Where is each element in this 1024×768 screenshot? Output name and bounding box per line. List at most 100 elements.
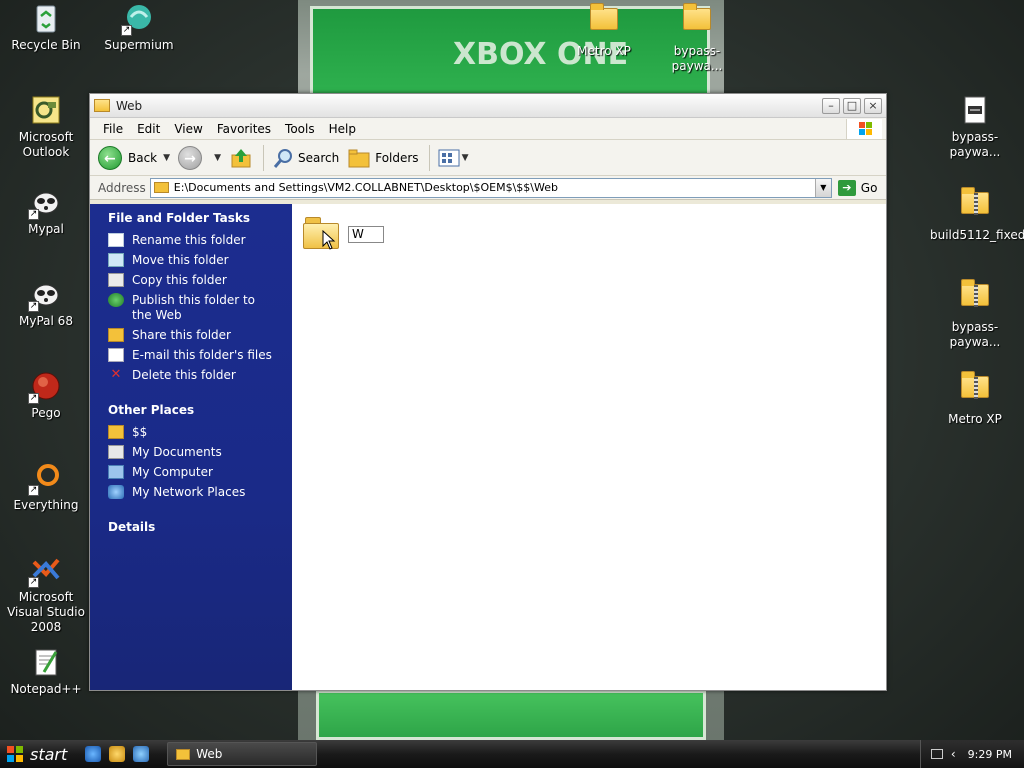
shortcut-arrow-icon: ↗ xyxy=(28,209,39,220)
folder-icon xyxy=(681,3,713,40)
address-input[interactable]: E:\Documents and Settings\VM2.COLLABNET\… xyxy=(149,177,832,198)
toolbar: ← Back ▼ → ▼ Search Folders ▼ xyxy=(90,140,886,176)
internet-explorer-icon[interactable] xyxy=(85,746,102,762)
place-network[interactable]: My Network Places xyxy=(108,485,292,500)
menu-file[interactable]: File xyxy=(96,122,130,136)
other-places-header[interactable]: Other Places xyxy=(108,403,292,417)
menu-help[interactable]: Help xyxy=(322,122,363,136)
search-button[interactable]: Search xyxy=(272,147,339,169)
desktop-icon-build5112[interactable]: build5112_fixed xyxy=(930,186,1024,243)
delete-icon: ✕ xyxy=(110,367,122,382)
start-label: start xyxy=(30,744,68,764)
shortcut-arrow-icon: ↗ xyxy=(28,301,39,312)
tray-expand-icon[interactable]: ‹ xyxy=(951,747,956,761)
task-share-folder[interactable]: Share this folder xyxy=(108,328,292,343)
forward-button[interactable]: → ▼ xyxy=(178,145,221,170)
desktop-icon-label: Metro XP xyxy=(948,412,1002,426)
desktop-icon-label: Microsoft Visual Studio 2008 xyxy=(7,590,85,634)
taskbar-window-web[interactable]: Web xyxy=(167,742,318,766)
place-label: $$ xyxy=(132,425,148,439)
desktop-icon-mypal[interactable]: ↗ Mypal xyxy=(1,186,91,237)
mypal-icon: ↗ xyxy=(28,186,62,220)
my-documents-icon xyxy=(108,445,124,459)
desktop-icon-recycle-bin[interactable]: Recycle Bin xyxy=(1,2,91,53)
address-bar: Address E:\Documents and Settings\VM2.CO… xyxy=(90,176,886,200)
address-path: E:\Documents and Settings\VM2.COLLABNET\… xyxy=(173,181,558,194)
desktop-icon-everything[interactable]: ↗ Everything xyxy=(1,462,91,513)
task-label: Publish this folder to the Web xyxy=(132,293,255,322)
system-tray: ‹ 9:29 PM xyxy=(919,740,1024,768)
desktop-icon-label: bypass-paywa... xyxy=(671,44,723,73)
task-publish-folder[interactable]: Publish this folder to the Web xyxy=(108,293,292,323)
desktop-icon-visual-studio[interactable]: ↗ Microsoft Visual Studio 2008 xyxy=(1,554,91,635)
forward-dropdown-icon[interactable]: ▼ xyxy=(214,153,221,163)
menu-tools[interactable]: Tools xyxy=(278,122,322,136)
folder-rename-input[interactable]: W xyxy=(348,226,384,243)
toolbar-separator xyxy=(262,144,264,171)
place-parent-folder[interactable]: $$ xyxy=(108,425,292,440)
task-copy-folder[interactable]: Copy this folder xyxy=(108,273,292,288)
back-label: Back xyxy=(128,150,158,165)
desktop-icon-label: bypass-paywa... xyxy=(949,320,1001,349)
go-button[interactable]: ➔ Go xyxy=(837,179,877,196)
desktop-icon-outlook[interactable]: Microsoft Outlook xyxy=(1,94,91,160)
back-button[interactable]: ← Back ▼ xyxy=(98,145,170,170)
desktop-icon-pego[interactable]: ↗ Pego xyxy=(1,370,91,421)
task-label: Delete this folder xyxy=(132,368,236,382)
move-icon xyxy=(108,253,124,267)
menu-favorites[interactable]: Favorites xyxy=(210,122,278,136)
shortcut-arrow-icon: ↗ xyxy=(28,393,39,404)
task-delete-folder[interactable]: ✕ Delete this folder xyxy=(108,368,292,383)
pego-icon: ↗ xyxy=(28,370,62,404)
windows-logo-icon xyxy=(846,119,882,139)
desktop-icon-label: Everything xyxy=(13,498,79,512)
address-dropdown-icon[interactable]: ▼ xyxy=(814,178,831,197)
menu-edit[interactable]: Edit xyxy=(130,122,167,136)
details-header[interactable]: Details xyxy=(108,520,292,534)
folders-button[interactable]: Folders xyxy=(347,147,419,169)
menu-bar: File Edit View Favorites Tools Help xyxy=(90,118,886,140)
back-dropdown-icon[interactable]: ▼ xyxy=(163,153,170,163)
taskbar-window-label: Web xyxy=(196,747,223,761)
task-rename-folder[interactable]: Rename this folder xyxy=(108,233,292,248)
menu-view[interactable]: View xyxy=(167,122,209,136)
show-desktop-icon[interactable] xyxy=(109,746,126,762)
desktop-icon-notepadpp[interactable]: Notepad++ xyxy=(1,646,91,697)
place-my-documents[interactable]: My Documents xyxy=(108,445,292,460)
maximize-button[interactable]: □ xyxy=(843,97,861,114)
window-title: Web xyxy=(116,98,143,113)
desktop-icon-bypass-zip[interactable]: bypass-paywa... xyxy=(930,278,1020,350)
desktop-icon-bypass-text[interactable]: bypass-paywa... xyxy=(930,94,1020,160)
start-button[interactable]: start xyxy=(0,740,81,768)
recycle-bin-icon xyxy=(30,2,62,34)
up-folder-icon xyxy=(231,148,251,167)
place-my-computer[interactable]: My Computer xyxy=(108,465,292,480)
title-bar[interactable]: Web – □ × xyxy=(90,94,886,118)
task-move-folder[interactable]: Move this folder xyxy=(108,253,292,268)
task-label: Move this folder xyxy=(132,253,229,267)
publish-icon xyxy=(108,293,124,307)
folders-label: Folders xyxy=(375,150,419,165)
clock[interactable]: 9:29 PM xyxy=(968,748,1012,761)
desktop-icon-metro-xp-zip[interactable]: Metro XP xyxy=(930,370,1020,427)
desktop-icon-bypass-folder[interactable]: bypass-paywa... xyxy=(652,2,742,74)
minimize-button[interactable]: – xyxy=(822,97,840,114)
shortcut-arrow-icon: ↗ xyxy=(28,577,39,588)
mypal68-icon: ↗ xyxy=(28,278,62,312)
supermium-icon: ↗ xyxy=(121,2,155,36)
email-icon xyxy=(108,348,124,362)
network-tray-icon[interactable] xyxy=(930,749,943,759)
up-button[interactable] xyxy=(229,146,253,170)
task-email-files[interactable]: E-mail this folder's files xyxy=(108,348,292,363)
window-content: File and Folder Tasks Rename this folder… xyxy=(90,204,886,690)
desktop-icon-mypal68[interactable]: ↗ MyPal 68 xyxy=(1,278,91,329)
desktop-icon-supermium[interactable]: ↗ Supermium xyxy=(94,2,184,53)
zip-folder-icon xyxy=(959,371,991,408)
desktop-icon-metro-xp-folder[interactable]: Metro XP xyxy=(559,2,649,59)
share-icon xyxy=(108,328,124,342)
media-player-icon[interactable] xyxy=(133,746,150,762)
views-button[interactable]: ▼ xyxy=(438,149,468,167)
file-list-pane[interactable]: W xyxy=(292,204,886,690)
tasks-header[interactable]: File and Folder Tasks xyxy=(108,211,292,225)
close-button[interactable]: × xyxy=(864,97,882,114)
